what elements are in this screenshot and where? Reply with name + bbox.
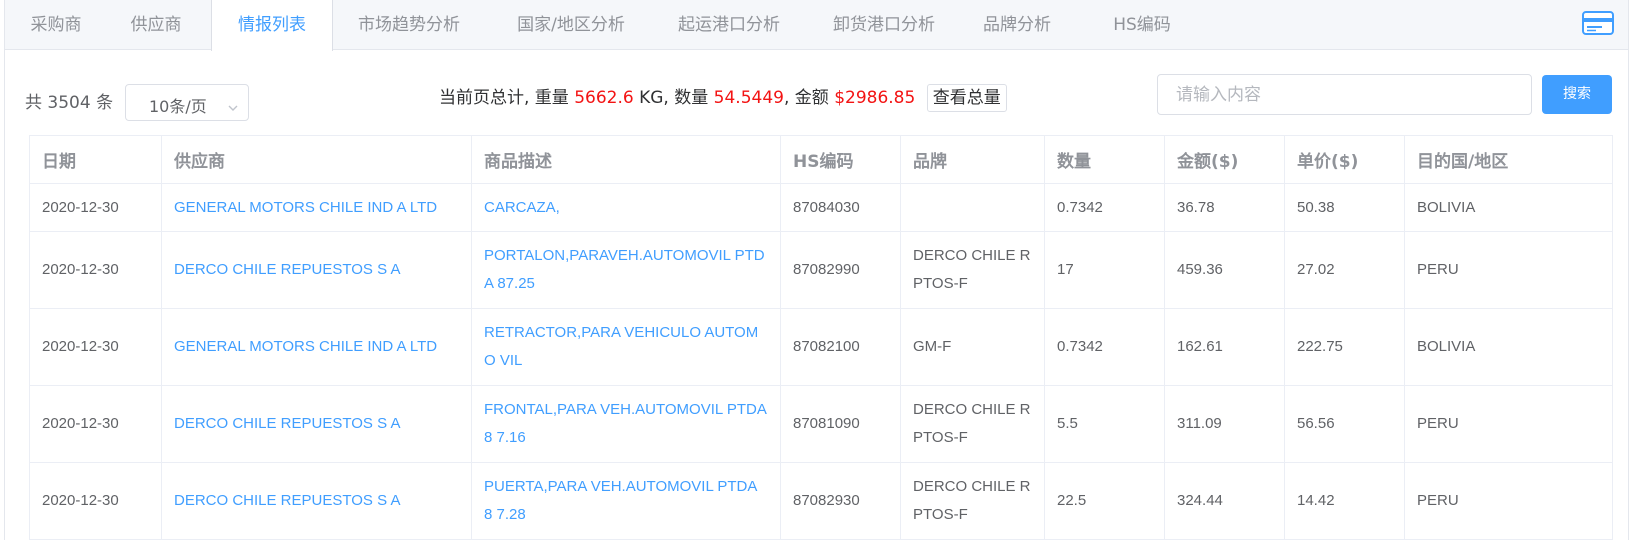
tab-country-analysis[interactable]: 国家/地区分析	[505, 0, 637, 50]
col-header-hs-code[interactable]: HS编码	[780, 135, 901, 184]
cell-date: 2020-12-30	[29, 462, 162, 540]
col-header-brand[interactable]: 品牌	[900, 135, 1045, 184]
tab-intel-list[interactable]: 情报列表	[211, 0, 333, 51]
summary-amount-label: , 金额	[783, 88, 829, 108]
page-size-value: 10条/页	[149, 97, 207, 116]
cell-hs-code: 87082930	[780, 462, 901, 540]
cell-date: 2020-12-30	[29, 308, 162, 386]
cell-hs-code: 87082990	[780, 231, 901, 309]
chevron-down-icon	[228, 98, 238, 111]
cell-description-link[interactable]: PORTALON,PARAVEH.AUTOMOVIL PTDA 87.25	[471, 231, 781, 309]
table-row: 2020-12-30 GENERAL MOTORS CHILE IND A LT…	[29, 183, 1613, 232]
col-header-unit-price[interactable]: 单价($)	[1284, 135, 1405, 184]
cell-hs-code: 87082100	[780, 308, 901, 386]
cell-description-link[interactable]: PUERTA,PARA VEH.AUTOMOVIL PTDA 8 7.28	[471, 462, 781, 540]
cell-supplier-link[interactable]: DERCO CHILE REPUESTOS S A	[161, 462, 472, 540]
cell-quantity: 5.5	[1044, 385, 1165, 463]
cell-unit-price: 222.75	[1284, 308, 1405, 386]
cell-destination: PERU	[1404, 462, 1613, 540]
cell-brand: GM-F	[900, 308, 1045, 386]
cell-unit-price: 14.42	[1284, 462, 1405, 540]
cell-unit-price: 27.02	[1284, 231, 1405, 309]
cell-brand: DERCO CHILE R PTOS-F	[900, 385, 1045, 463]
cell-hs-code: 87081090	[780, 385, 901, 463]
cell-quantity: 17	[1044, 231, 1165, 309]
cell-destination: BOLIVIA	[1404, 308, 1613, 386]
cell-unit-price: 50.38	[1284, 183, 1405, 232]
page-summary: 当前页总计, 重量 5662.6 KG, 数量 54.5449, 金额 $298…	[439, 84, 1007, 112]
cell-amount: 324.44	[1164, 462, 1285, 540]
cell-unit-price: 56.56	[1284, 385, 1405, 463]
cell-description-link[interactable]: FRONTAL,PARA VEH.AUTOMOVIL PTDA 8 7.16	[471, 385, 781, 463]
table-row: 2020-12-30 GENERAL MOTORS CHILE IND A LT…	[29, 308, 1613, 386]
cell-destination: PERU	[1404, 385, 1613, 463]
table-header-row: 日期 供应商 商品描述 HS编码 品牌 数量 金额($) 单价($) 目的国/地…	[29, 135, 1613, 184]
cell-destination: BOLIVIA	[1404, 183, 1613, 232]
cell-amount: 36.78	[1164, 183, 1285, 232]
summary-weight: 5662.6	[574, 88, 634, 108]
card-icon[interactable]	[1582, 10, 1614, 36]
cell-hs-code: 87084030	[780, 183, 901, 232]
total-count: 共 3504 条	[25, 93, 114, 113]
cell-amount: 162.61	[1164, 308, 1285, 386]
search-input[interactable]	[1157, 74, 1532, 115]
view-total-button[interactable]: 查看总量	[926, 84, 1007, 112]
cell-brand: DERCO CHILE R PTOS-F	[900, 231, 1045, 309]
cell-supplier-link[interactable]: GENERAL MOTORS CHILE IND A LTD	[161, 183, 472, 232]
col-header-destination[interactable]: 目的国/地区	[1404, 135, 1613, 184]
cell-date: 2020-12-30	[29, 231, 162, 309]
cell-description-link[interactable]: CARCAZA,	[471, 183, 781, 232]
tab-discharge-port-analysis[interactable]: 卸货港口分析	[822, 0, 946, 50]
tab-suppliers[interactable]: 供应商	[107, 0, 205, 50]
cell-amount: 459.36	[1164, 231, 1285, 309]
cell-destination: PERU	[1404, 231, 1613, 309]
cell-supplier-link[interactable]: DERCO CHILE REPUESTOS S A	[161, 231, 472, 309]
cell-amount: 311.09	[1164, 385, 1285, 463]
cell-date: 2020-12-30	[29, 183, 162, 232]
tab-buyers[interactable]: 采购商	[5, 0, 107, 50]
page-size-select[interactable]: 10条/页	[125, 84, 249, 121]
col-header-supplier[interactable]: 供应商	[161, 135, 472, 184]
table-row: 2020-12-30 DERCO CHILE REPUESTOS S A PUE…	[29, 462, 1613, 540]
cell-quantity: 0.7342	[1044, 183, 1165, 232]
cell-supplier-link[interactable]: GENERAL MOTORS CHILE IND A LTD	[161, 308, 472, 386]
main-panel: 采购商 供应商 情报列表 市场趋势分析 国家/地区分析 起运港口分析 卸货港口分…	[4, 0, 1629, 540]
cell-description-link[interactable]: RETRACTOR,PARA VEHICULO AUTOMO VIL	[471, 308, 781, 386]
tab-bar: 采购商 供应商 情报列表 市场趋势分析 国家/地区分析 起运港口分析 卸货港口分…	[5, 0, 1628, 51]
intel-table: 日期 供应商 商品描述 HS编码 品牌 数量 金额($) 单价($) 目的国/地…	[29, 135, 1613, 540]
col-header-amount[interactable]: 金额($)	[1164, 135, 1285, 184]
tab-origin-port-analysis[interactable]: 起运港口分析	[667, 0, 791, 50]
cell-brand	[900, 183, 1045, 232]
summary-prefix: 当前页总计, 重量	[439, 88, 569, 108]
table-row: 2020-12-30 DERCO CHILE REPUESTOS S A FRO…	[29, 385, 1613, 463]
cell-date: 2020-12-30	[29, 385, 162, 463]
col-header-description[interactable]: 商品描述	[471, 135, 781, 184]
col-header-date[interactable]: 日期	[29, 135, 162, 184]
summary-amount: $2986.85	[834, 88, 916, 108]
col-header-quantity[interactable]: 数量	[1044, 135, 1165, 184]
table-row: 2020-12-30 DERCO CHILE REPUESTOS S A POR…	[29, 231, 1613, 309]
tab-brand-analysis[interactable]: 品牌分析	[977, 0, 1057, 50]
tab-hs-code[interactable]: HS编码	[1100, 0, 1184, 50]
cell-quantity: 22.5	[1044, 462, 1165, 540]
search-button[interactable]: 搜索	[1542, 75, 1612, 114]
cell-quantity: 0.7342	[1044, 308, 1165, 386]
summary-quantity: 54.5449	[713, 88, 784, 108]
cell-brand: DERCO CHILE R PTOS-F	[900, 462, 1045, 540]
summary-weight-unit: KG, 数量	[639, 88, 709, 108]
tab-market-trend[interactable]: 市场趋势分析	[345, 0, 473, 50]
cell-supplier-link[interactable]: DERCO CHILE REPUESTOS S A	[161, 385, 472, 463]
